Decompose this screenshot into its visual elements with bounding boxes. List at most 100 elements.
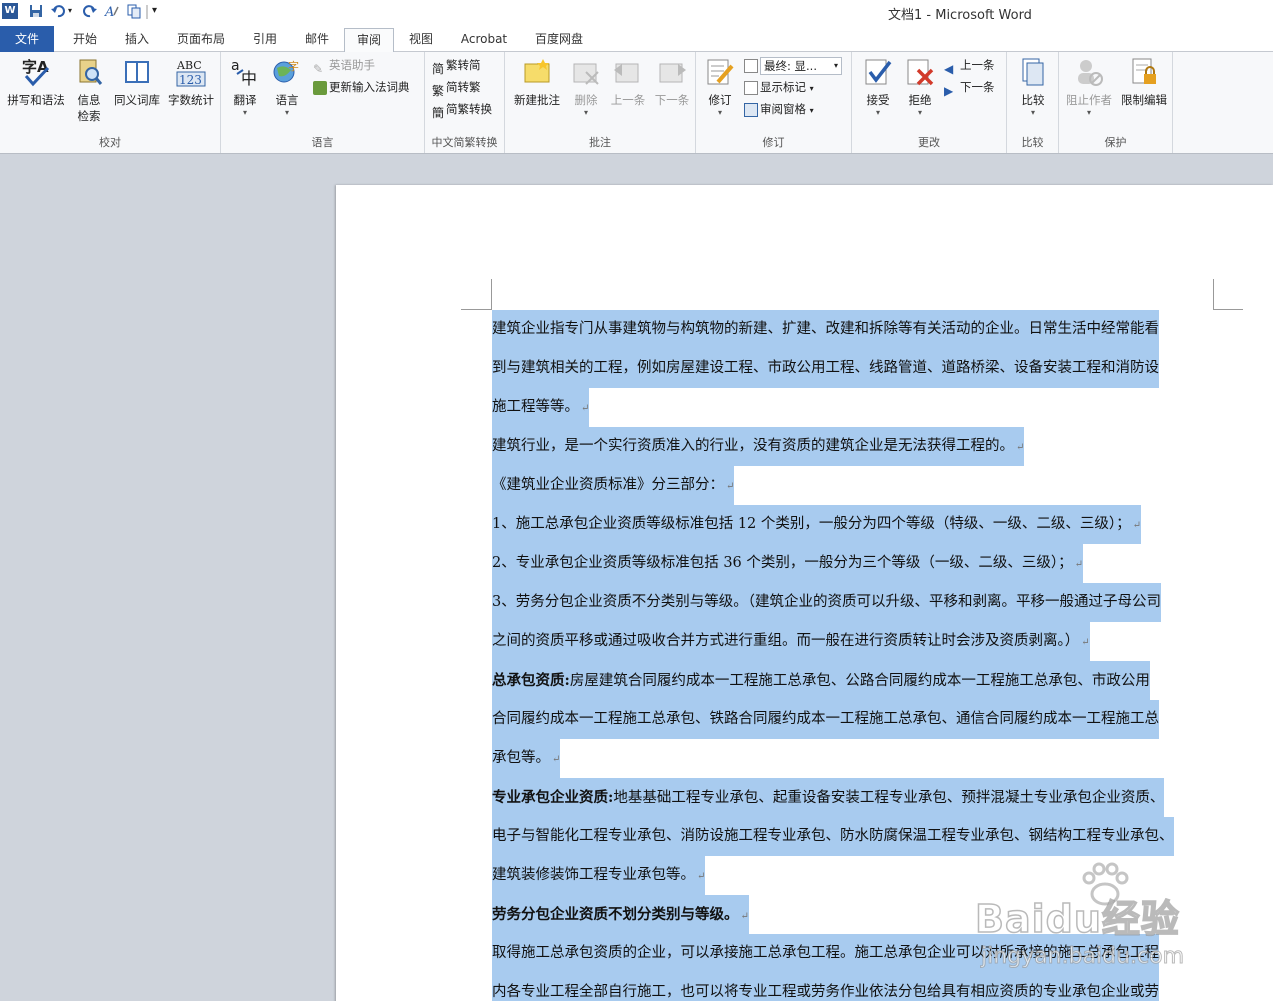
copy-icon[interactable]	[126, 3, 142, 19]
paragraph-line[interactable]: 总承包资质:房屋建筑合同履约成本一工程施工总承包、公路合同履约成本一工程施工总承…	[492, 661, 1214, 700]
paragraph-line[interactable]: 专业承包企业资质:地基基础工程专业承包、起重设备安装工程专业承包、预拌混凝土专业…	[492, 778, 1214, 817]
selected-text[interactable]: 建筑装修装饰工程专业承包等。 ↵	[492, 856, 706, 895]
paragraph-line[interactable]: 建筑装修装饰工程专业承包等。 ↵	[492, 856, 1214, 895]
tab-file[interactable]: 文件	[0, 26, 54, 52]
spelling-grammar-button[interactable]: 字A 拼写和语法	[4, 56, 68, 108]
new-comment-button[interactable]: 新建批注	[509, 56, 565, 108]
paragraph-line[interactable]: 取得施工总承包资质的企业，可以承接施工总承包工程。施工总承包企业可以对所承接的施…	[492, 934, 1214, 973]
text-run: 施工程等等。	[492, 399, 579, 415]
tab-baidu-netdisk[interactable]: 百度网盘	[528, 28, 590, 52]
tab-page-layout[interactable]: 页面布局	[170, 28, 232, 52]
research-button[interactable]: 信息 检索	[70, 56, 108, 124]
paragraph-line[interactable]: 3、劳务分包企业资质不分类别与等级。（建筑企业的资质可以升级、平移和剥离。平移一…	[492, 583, 1214, 622]
word-app-icon[interactable]: W	[2, 3, 18, 19]
track-changes-icon	[707, 59, 734, 85]
selected-text[interactable]: 劳务分包企业资质不划分类别与等级。 ↵	[492, 895, 749, 934]
tab-insert[interactable]: 插入	[114, 28, 160, 52]
tab-mailings[interactable]: 邮件	[294, 28, 340, 52]
display-for-review-select[interactable]: 最终: 显... ▾	[744, 55, 842, 75]
selected-text[interactable]: 建筑企业指专门从事建筑物与构筑物的新建、扩建、改建和拆除等有关活动的企业。日常生…	[492, 310, 1159, 349]
track-changes-button[interactable]: 修订 ▾	[700, 56, 740, 118]
selected-text[interactable]: 建筑行业，是一个实行资质准入的行业，没有资质的建筑企业是无法获得工程的。 ↵	[492, 427, 1025, 466]
english-assistant-button[interactable]: ✎ 英语助手	[313, 55, 375, 76]
redo-icon[interactable]	[82, 3, 98, 19]
tab-home[interactable]: 开始	[62, 28, 108, 52]
paragraph-line[interactable]: 建筑企业指专门从事建筑物与构筑物的新建、扩建、改建和拆除等有关活动的企业。日常生…	[492, 310, 1214, 349]
paragraph-mark: ↵	[740, 911, 749, 922]
paragraph-line[interactable]: 到与建筑相关的工程，例如房屋建设工程、市政公用工程、线路管道、道路桥梁、设备安装…	[492, 349, 1214, 388]
selected-text[interactable]: 3、劳务分包企业资质不分类别与等级。（建筑企业的资质可以升级、平移和剥离。平移一…	[492, 583, 1161, 622]
paragraph-line[interactable]: 劳务分包企业资质不划分类别与等级。 ↵	[492, 895, 1214, 934]
word-count-button[interactable]: ABC 123 字数统计	[164, 56, 218, 108]
convert-chinese-label: 简繁转换	[446, 102, 493, 116]
convert-chinese-button[interactable]: 簡简繁转换	[432, 99, 493, 120]
reject-button[interactable]: 拒绝 ▾	[900, 56, 940, 118]
paragraph-line[interactable]: 1、施工总承包企业资质等级标准包括 12 个类别，一般分为四个等级（特级、一级、…	[492, 505, 1214, 544]
translate-button[interactable]: a中 翻译 ▾	[225, 56, 265, 118]
text-run: 建筑装修装饰工程专业承包等。	[492, 867, 695, 883]
to-simplified-button[interactable]: 简繁转简	[432, 55, 481, 76]
selected-text[interactable]: 总承包资质:房屋建筑合同履约成本一工程施工总承包、公路合同履约成本一工程施工总承…	[492, 661, 1150, 700]
paragraph-line[interactable]: 《建筑业企业资质标准》分三部分： ↵	[492, 466, 1214, 505]
document-area[interactable]: 建筑企业指专门从事建筑物与构筑物的新建、扩建、改建和拆除等有关活动的企业。日常生…	[0, 154, 1273, 1001]
compare-label: 比较	[1021, 93, 1045, 107]
paragraph-line[interactable]: 承包等。 ↵	[492, 739, 1214, 778]
selected-text[interactable]: 之间的资质平移或通过吸收合并方式进行重组。而一般在进行资质转让时会涉及资质剥离。…	[492, 622, 1090, 661]
next-change-button[interactable]: ▶ 下一条	[944, 77, 995, 98]
selected-text[interactable]: 合同履约成本一工程施工总承包、铁路合同履约成本一工程施工总承包、通信合同履约成本…	[492, 700, 1159, 739]
paragraph-line[interactable]: 电子与智能化工程专业承包、消防设施工程专业承包、防水防腐保温工程专业承包、钢结构…	[492, 817, 1214, 856]
thesaurus-button[interactable]: 同义词库	[110, 56, 164, 108]
paragraph-mark: ↵	[697, 871, 706, 882]
selected-text[interactable]: 内各专业工程全部自行施工，也可以将专业工程或劳务作业依法分包给具有相应资质的专业…	[492, 973, 1159, 1001]
restrict-editing-button[interactable]: 限制编辑	[1117, 56, 1171, 108]
undo-dropdown-icon[interactable]: ▾	[68, 3, 76, 19]
selected-text[interactable]: 专业承包企业资质:地基基础工程专业承包、起重设备安装工程专业承包、预拌混凝土专业…	[492, 778, 1165, 817]
tab-acrobat[interactable]: Acrobat	[454, 28, 514, 52]
delete-comment-button[interactable]: 删除 ▾	[567, 56, 605, 118]
format-icon[interactable]: A	[104, 3, 120, 20]
paragraph-mark: ↵	[1074, 559, 1084, 570]
paragraph-line[interactable]: 施工程等等。 ↵	[492, 388, 1214, 427]
save-icon[interactable]	[28, 3, 44, 19]
selected-text[interactable]: 施工程等等。 ↵	[492, 388, 590, 427]
block-authors-button[interactable]: 阻止作者 ▾	[1061, 56, 1117, 118]
text-run: 2、专业承包企业资质等级标准包括 36 个类别，一般分为三个等级（一级、二级、三…	[492, 555, 1073, 571]
paragraph-mark: ↵	[1132, 520, 1142, 531]
tab-references[interactable]: 引用	[242, 28, 288, 52]
paragraph-line[interactable]: 合同履约成本一工程施工总承包、铁路合同履约成本一工程施工总承包、通信合同履约成本…	[492, 700, 1214, 739]
undo-icon[interactable]	[50, 3, 66, 19]
tab-review[interactable]: 审阅	[344, 28, 394, 53]
paragraph-line[interactable]: 之间的资质平移或通过吸收合并方式进行重组。而一般在进行资质转让时会涉及资质剥离。…	[492, 622, 1214, 661]
customize-toolbar-icon[interactable]: ▾	[152, 3, 168, 19]
update-ime-dictionary-button[interactable]: 更新输入法词典	[313, 77, 410, 97]
paragraph-line[interactable]: 内各专业工程全部自行施工，也可以将专业工程或劳务作业依法分包给具有相应资质的专业…	[492, 973, 1214, 1001]
paragraph-line[interactable]: 建筑行业，是一个实行资质准入的行业，没有资质的建筑企业是无法获得工程的。 ↵	[492, 427, 1214, 466]
selected-text[interactable]: 承包等。 ↵	[492, 739, 561, 778]
compare-button[interactable]: 比较 ▾	[1013, 56, 1053, 118]
paragraph-mark: ↵	[1081, 637, 1090, 648]
language-button[interactable]: 字 语言 ▾	[267, 56, 307, 118]
document-page[interactable]: 建筑企业指专门从事建筑物与构筑物的新建、扩建、改建和拆除等有关活动的企业。日常生…	[336, 185, 1273, 1001]
previous-change-button[interactable]: ◀ 上一条	[944, 55, 995, 76]
selected-text[interactable]: 取得施工总承包资质的企业，可以承接施工总承包工程。施工总承包企业可以对所承接的施…	[492, 934, 1159, 973]
accept-button[interactable]: 接受 ▾	[858, 56, 898, 118]
document-body[interactable]: 建筑企业指专门从事建筑物与构筑物的新建、扩建、改建和拆除等有关活动的企业。日常生…	[492, 310, 1214, 1001]
next-comment-button[interactable]: 下一条	[651, 56, 693, 108]
bold-heading: 总承包资质:	[492, 672, 570, 689]
selected-text[interactable]: 1、施工总承包企业资质等级标准包括 12 个类别，一般分为四个等级（特级、一级、…	[492, 505, 1142, 544]
show-markup-button[interactable]: 显示标记 ▾	[744, 77, 814, 97]
previous-change-icon: ◀	[944, 61, 954, 76]
delete-comment-icon	[573, 63, 599, 85]
reviewing-pane-button[interactable]: 审阅窗格 ▾	[744, 99, 814, 119]
selected-text[interactable]: 到与建筑相关的工程，例如房屋建设工程、市政公用工程、线路管道、道路桥梁、设备安装…	[492, 349, 1159, 388]
new-comment-label: 新建批注	[514, 93, 560, 107]
text-run: 之间的资质平移或通过吸收合并方式进行重组。而一般在进行资质转让时会涉及资质剥离。…	[492, 633, 1080, 649]
selected-text[interactable]: 电子与智能化工程专业承包、消防设施工程专业承包、防水防腐保温工程专业承包、钢结构…	[492, 817, 1174, 856]
selected-text[interactable]: 《建筑业企业资质标准》分三部分： ↵	[492, 466, 735, 505]
tab-view[interactable]: 视图	[398, 28, 444, 52]
selected-text[interactable]: 2、专业承包企业资质等级标准包括 36 个类别，一般分为三个等级（一级、二级、三…	[492, 544, 1084, 583]
previous-comment-button[interactable]: 上一条	[607, 56, 649, 108]
paragraph-line[interactable]: 2、专业承包企业资质等级标准包括 36 个类别，一般分为三个等级（一级、二级、三…	[492, 544, 1214, 583]
delete-comment-label: 删除	[574, 93, 598, 107]
to-traditional-button[interactable]: 繁简转繁	[432, 77, 481, 98]
